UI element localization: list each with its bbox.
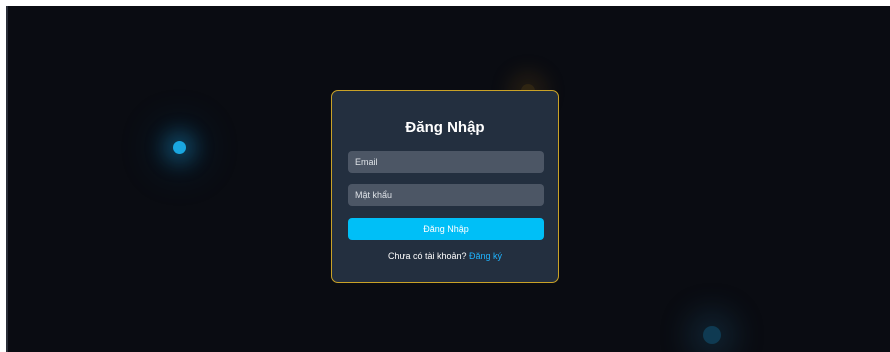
glow-orb-bottom xyxy=(703,326,721,344)
register-link[interactable]: Đăng ký xyxy=(469,251,502,261)
window-edge xyxy=(6,6,8,352)
login-title: Đăng Nhập xyxy=(405,119,485,136)
password-input[interactable] xyxy=(348,184,544,206)
login-card: Đăng Nhập Đăng Nhập Chưa có tài khoản? Đ… xyxy=(331,90,559,283)
email-input[interactable] xyxy=(348,151,544,173)
login-button[interactable]: Đăng Nhập xyxy=(348,218,544,240)
register-prompt: Chưa có tài khoản? xyxy=(387,251,467,261)
glow-orb-blue xyxy=(173,141,186,154)
register-prompt-line: Chưa có tài khoản? Đăng ký xyxy=(332,251,558,261)
